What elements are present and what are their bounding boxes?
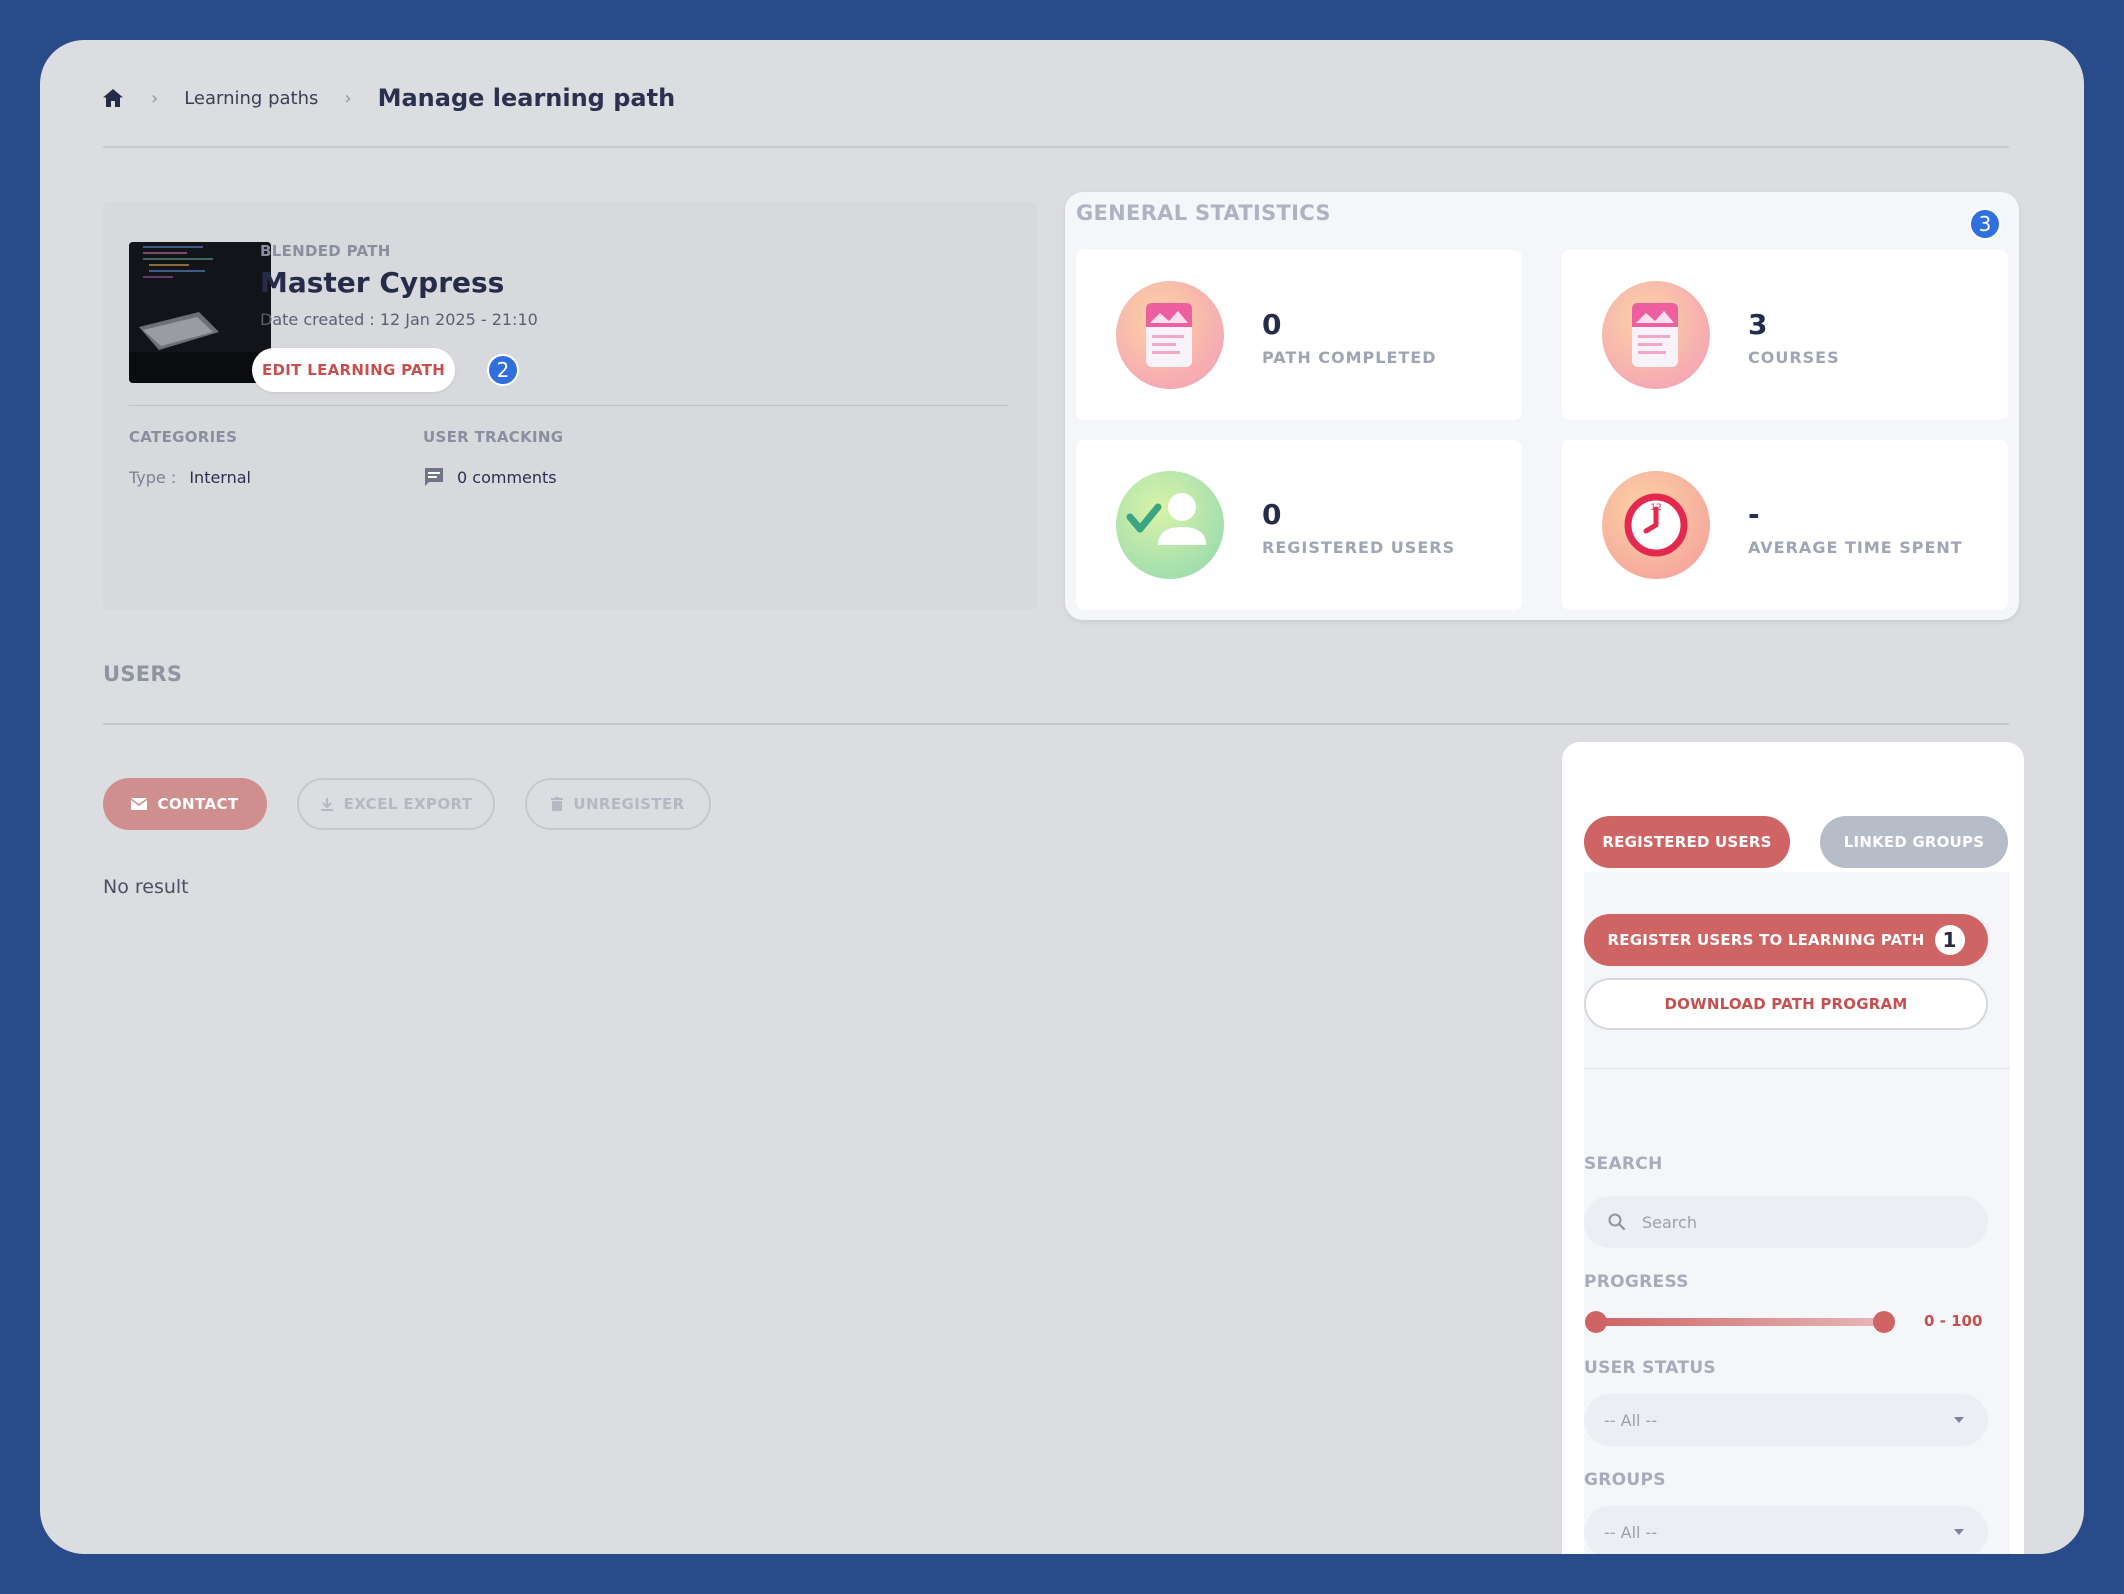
download-path-program-button[interactable]: DOWNLOAD PATH PROGRAM <box>1584 978 1988 1030</box>
progress-range-value: 0 - 100 <box>1924 1312 1983 1330</box>
path-date-created: Date created : 12 Jan 2025 - 21:10 <box>260 310 538 329</box>
stat-value: 0 <box>1262 498 1282 531</box>
home-icon[interactable] <box>101 86 125 110</box>
general-statistics-panel: GENERAL STATISTICS 3 0 PATH COMPLETED 3 … <box>1065 192 2019 620</box>
contact-button[interactable]: CONTACT <box>103 778 267 830</box>
progress-label: PROGRESS <box>1584 1272 1689 1292</box>
user-tracking-label: USER TRACKING <box>423 428 564 446</box>
user-check-icon <box>1116 471 1224 579</box>
edit-learning-path-button[interactable]: EDIT LEARNING PATH <box>252 348 456 392</box>
trash-icon <box>551 797 564 811</box>
general-statistics-title: GENERAL STATISTICS <box>1076 201 1331 225</box>
users-divider <box>103 723 2009 725</box>
search-icon <box>1608 1213 1626 1231</box>
tab-linked-groups[interactable]: LINKED GROUPS <box>1820 816 2008 868</box>
comments-text: 0 comments <box>457 467 557 487</box>
stat-average-time: 12 - AVERAGE TIME SPENT <box>1562 440 2008 610</box>
page-title: Manage learning path <box>377 84 676 112</box>
document-icon <box>1602 281 1710 389</box>
document-icon <box>1116 281 1224 389</box>
learning-path-card: BLENDED PATH Master Cypress Date created… <box>103 202 1037 610</box>
stat-registered-users: 0 REGISTERED USERS <box>1076 440 1522 610</box>
progress-slider-min-handle[interactable] <box>1585 1311 1607 1333</box>
excel-export-label: EXCEL EXPORT <box>343 795 473 813</box>
category-type-value: Internal <box>189 468 251 487</box>
clock-icon: 12 <box>1602 471 1710 579</box>
comments-count[interactable]: 0 comments <box>423 466 557 488</box>
users-filter-panel: REGISTERED USERS LINKED GROUPS REGISTER … <box>1562 742 2024 1554</box>
user-status-label: USER STATUS <box>1584 1358 1716 1378</box>
search-input[interactable]: Search <box>1584 1196 1988 1248</box>
step-badge-3: 3 <box>1969 208 2001 240</box>
download-icon <box>320 797 334 811</box>
groups-label: GROUPS <box>1584 1470 1666 1490</box>
tab-registered-users[interactable]: REGISTERED USERS <box>1584 816 1790 868</box>
progress-slider-track[interactable] <box>1596 1318 1884 1326</box>
user-status-value: -- All -- <box>1604 1410 1658 1430</box>
progress-slider-max-handle[interactable] <box>1873 1311 1895 1333</box>
breadcrumb: › Learning paths › Manage learning path <box>101 78 675 118</box>
stat-path-completed: 0 PATH COMPLETED <box>1076 250 1522 420</box>
card-divider <box>129 405 1009 406</box>
stat-label: AVERAGE TIME SPENT <box>1748 538 1963 557</box>
chevron-right-icon: › <box>344 87 352 109</box>
chevron-right-icon: › <box>151 87 159 109</box>
groups-select[interactable]: -- All -- <box>1584 1506 1988 1554</box>
chevron-down-icon <box>1954 1529 1964 1535</box>
search-placeholder: Search <box>1642 1212 1697 1232</box>
stat-value: 3 <box>1748 308 1768 341</box>
panel-divider <box>1584 1068 2010 1069</box>
step-badge-1: 1 <box>1934 925 1965 955</box>
stat-value: 0 <box>1262 308 1282 341</box>
path-type-label: BLENDED PATH <box>260 242 391 260</box>
path-title: Master Cypress <box>260 266 505 299</box>
mail-icon <box>131 798 148 810</box>
stat-label: COURSES <box>1748 348 1840 367</box>
chevron-down-icon <box>1954 1417 1964 1423</box>
stat-label: PATH COMPLETED <box>1262 348 1437 367</box>
register-users-label: REGISTER USERS TO LEARNING PATH <box>1607 931 1925 949</box>
stat-label: REGISTERED USERS <box>1262 538 1456 557</box>
contact-label: CONTACT <box>157 795 239 813</box>
header-divider <box>103 146 2009 148</box>
search-label: SEARCH <box>1584 1154 1663 1174</box>
step-badge-2: 2 <box>487 354 519 386</box>
excel-export-button[interactable]: EXCEL EXPORT <box>297 778 495 830</box>
stat-value: - <box>1748 498 1760 531</box>
user-status-select[interactable]: -- All -- <box>1584 1394 1988 1446</box>
breadcrumb-learning-paths[interactable]: Learning paths <box>184 88 318 109</box>
svg-text:12: 12 <box>1650 503 1661 513</box>
path-thumbnail <box>129 242 271 383</box>
register-users-button[interactable]: REGISTER USERS TO LEARNING PATH 1 <box>1584 914 1988 966</box>
unregister-button[interactable]: UNREGISTER <box>525 778 711 830</box>
users-section-title: USERS <box>103 662 183 686</box>
category-type-key: Type : <box>129 468 177 487</box>
comment-icon <box>423 466 445 488</box>
no-result-text: No result <box>103 876 189 898</box>
stat-courses: 3 COURSES <box>1562 250 2008 420</box>
groups-value: -- All -- <box>1604 1522 1658 1542</box>
unregister-label: UNREGISTER <box>573 795 685 813</box>
app-window: › Learning paths › Manage learning path … <box>40 40 2084 1554</box>
categories-label: CATEGORIES <box>129 428 238 446</box>
category-type: Type : Internal <box>129 468 251 487</box>
